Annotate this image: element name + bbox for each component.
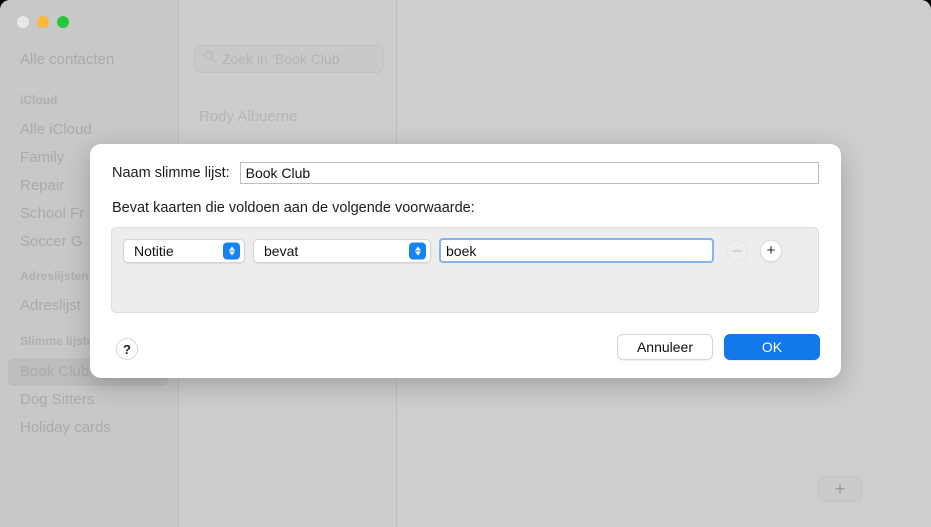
add-condition-button[interactable]: +: [760, 240, 782, 262]
sidebar-item-alle-contacten[interactable]: Alle contacten: [0, 46, 178, 74]
cancel-button[interactable]: Annuleer: [617, 334, 713, 360]
condition-operator-value: bevat: [264, 243, 298, 259]
close-button-icon[interactable]: [17, 16, 29, 28]
conditions-panel: Notitie bevat – +: [111, 227, 819, 313]
add-card-button[interactable]: +: [818, 476, 862, 502]
traffic-lights: [17, 16, 69, 28]
list-item[interactable]: Rody Albuerne: [199, 108, 297, 125]
ok-button[interactable]: OK: [724, 334, 820, 360]
condition-field-value: Notitie: [134, 243, 174, 259]
sidebar-item-holiday-cards[interactable]: Holiday cards: [0, 414, 178, 442]
minimize-button-icon[interactable]: [37, 16, 49, 28]
condition-row: Notitie bevat – +: [123, 238, 782, 263]
screenshot-root: Alle contacteniCloudAlle iCloudFamilyRep…: [0, 0, 931, 527]
smart-list-name-row: Naam slimme lijst:: [112, 162, 819, 184]
condition-operator-select[interactable]: bevat: [253, 239, 431, 263]
sidebar-section-header: iCloud: [0, 89, 178, 111]
condition-value-input[interactable]: [439, 238, 714, 263]
smart-list-dialog: Naam slimme lijst: Bevat kaarten die vol…: [90, 144, 841, 378]
condition-field-select[interactable]: Notitie: [123, 239, 245, 263]
search-field[interactable]: Zoek in ‘Book Club’: [194, 45, 384, 73]
dialog-actions: Annuleer OK: [617, 334, 820, 360]
chevron-updown-icon: [223, 242, 240, 259]
search-icon: [203, 50, 216, 68]
chevron-updown-icon: [409, 242, 426, 259]
help-button[interactable]: ?: [116, 338, 138, 360]
smart-list-name-input[interactable]: [240, 162, 819, 184]
zoom-button-icon[interactable]: [57, 16, 69, 28]
sidebar-item-dog-sitters[interactable]: Dog Sitters: [0, 386, 178, 414]
condition-description-label: Bevat kaarten die voldoen aan de volgend…: [112, 200, 475, 216]
smart-list-name-label: Naam slimme lijst:: [112, 165, 230, 181]
sidebar-item-alle-icloud[interactable]: Alle iCloud: [0, 116, 178, 144]
search-input-placeholder: Zoek in ‘Book Club’: [222, 51, 343, 67]
remove-condition-button[interactable]: –: [726, 240, 748, 262]
